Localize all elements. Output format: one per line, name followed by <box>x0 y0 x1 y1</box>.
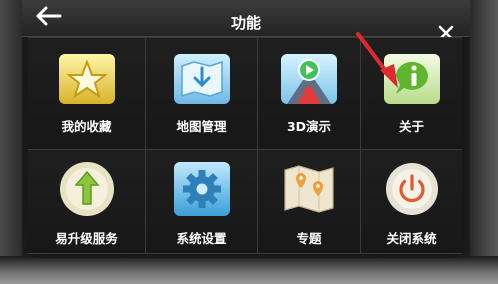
device-bezel-right <box>470 0 498 284</box>
star-favorites-icon <box>57 52 117 106</box>
power-icon <box>382 160 442 218</box>
menu-item-label: 我的收藏 <box>61 119 112 134</box>
menu-item-upgrade-service[interactable]: 易升级服务 <box>28 150 146 254</box>
device-bezel-bottom <box>0 256 498 284</box>
menu-item-label: 系统设置 <box>176 231 227 246</box>
annotation-arrow-icon <box>356 32 398 88</box>
upgrade-arrow-icon <box>57 160 117 218</box>
menu-item-label: 专题 <box>296 231 322 246</box>
map-download-icon <box>172 52 232 106</box>
3d-demo-play-icon <box>279 52 339 106</box>
menu-item-shutdown[interactable]: 关闭系统 <box>361 150 462 254</box>
menu-item-map-management[interactable]: 地图管理 <box>146 38 258 150</box>
menu-item-topics[interactable]: 专题 <box>258 150 361 254</box>
menu-item-system-settings[interactable]: 系统设置 <box>146 150 258 254</box>
menu-item-label: 关闭系统 <box>386 231 437 246</box>
menu-item-3d-demo[interactable]: 3D演示 <box>258 38 361 150</box>
menu-item-label: 地图管理 <box>176 119 227 134</box>
topic-map-pin-icon <box>279 160 339 218</box>
device-bezel-left <box>0 0 22 284</box>
menu-item-label: 3D演示 <box>286 119 332 134</box>
menu-item-label: 关于 <box>398 119 424 134</box>
menu-item-favorites[interactable]: 我的收藏 <box>28 38 146 150</box>
gear-settings-icon <box>172 160 232 218</box>
menu-item-label: 易升级服务 <box>55 231 118 246</box>
